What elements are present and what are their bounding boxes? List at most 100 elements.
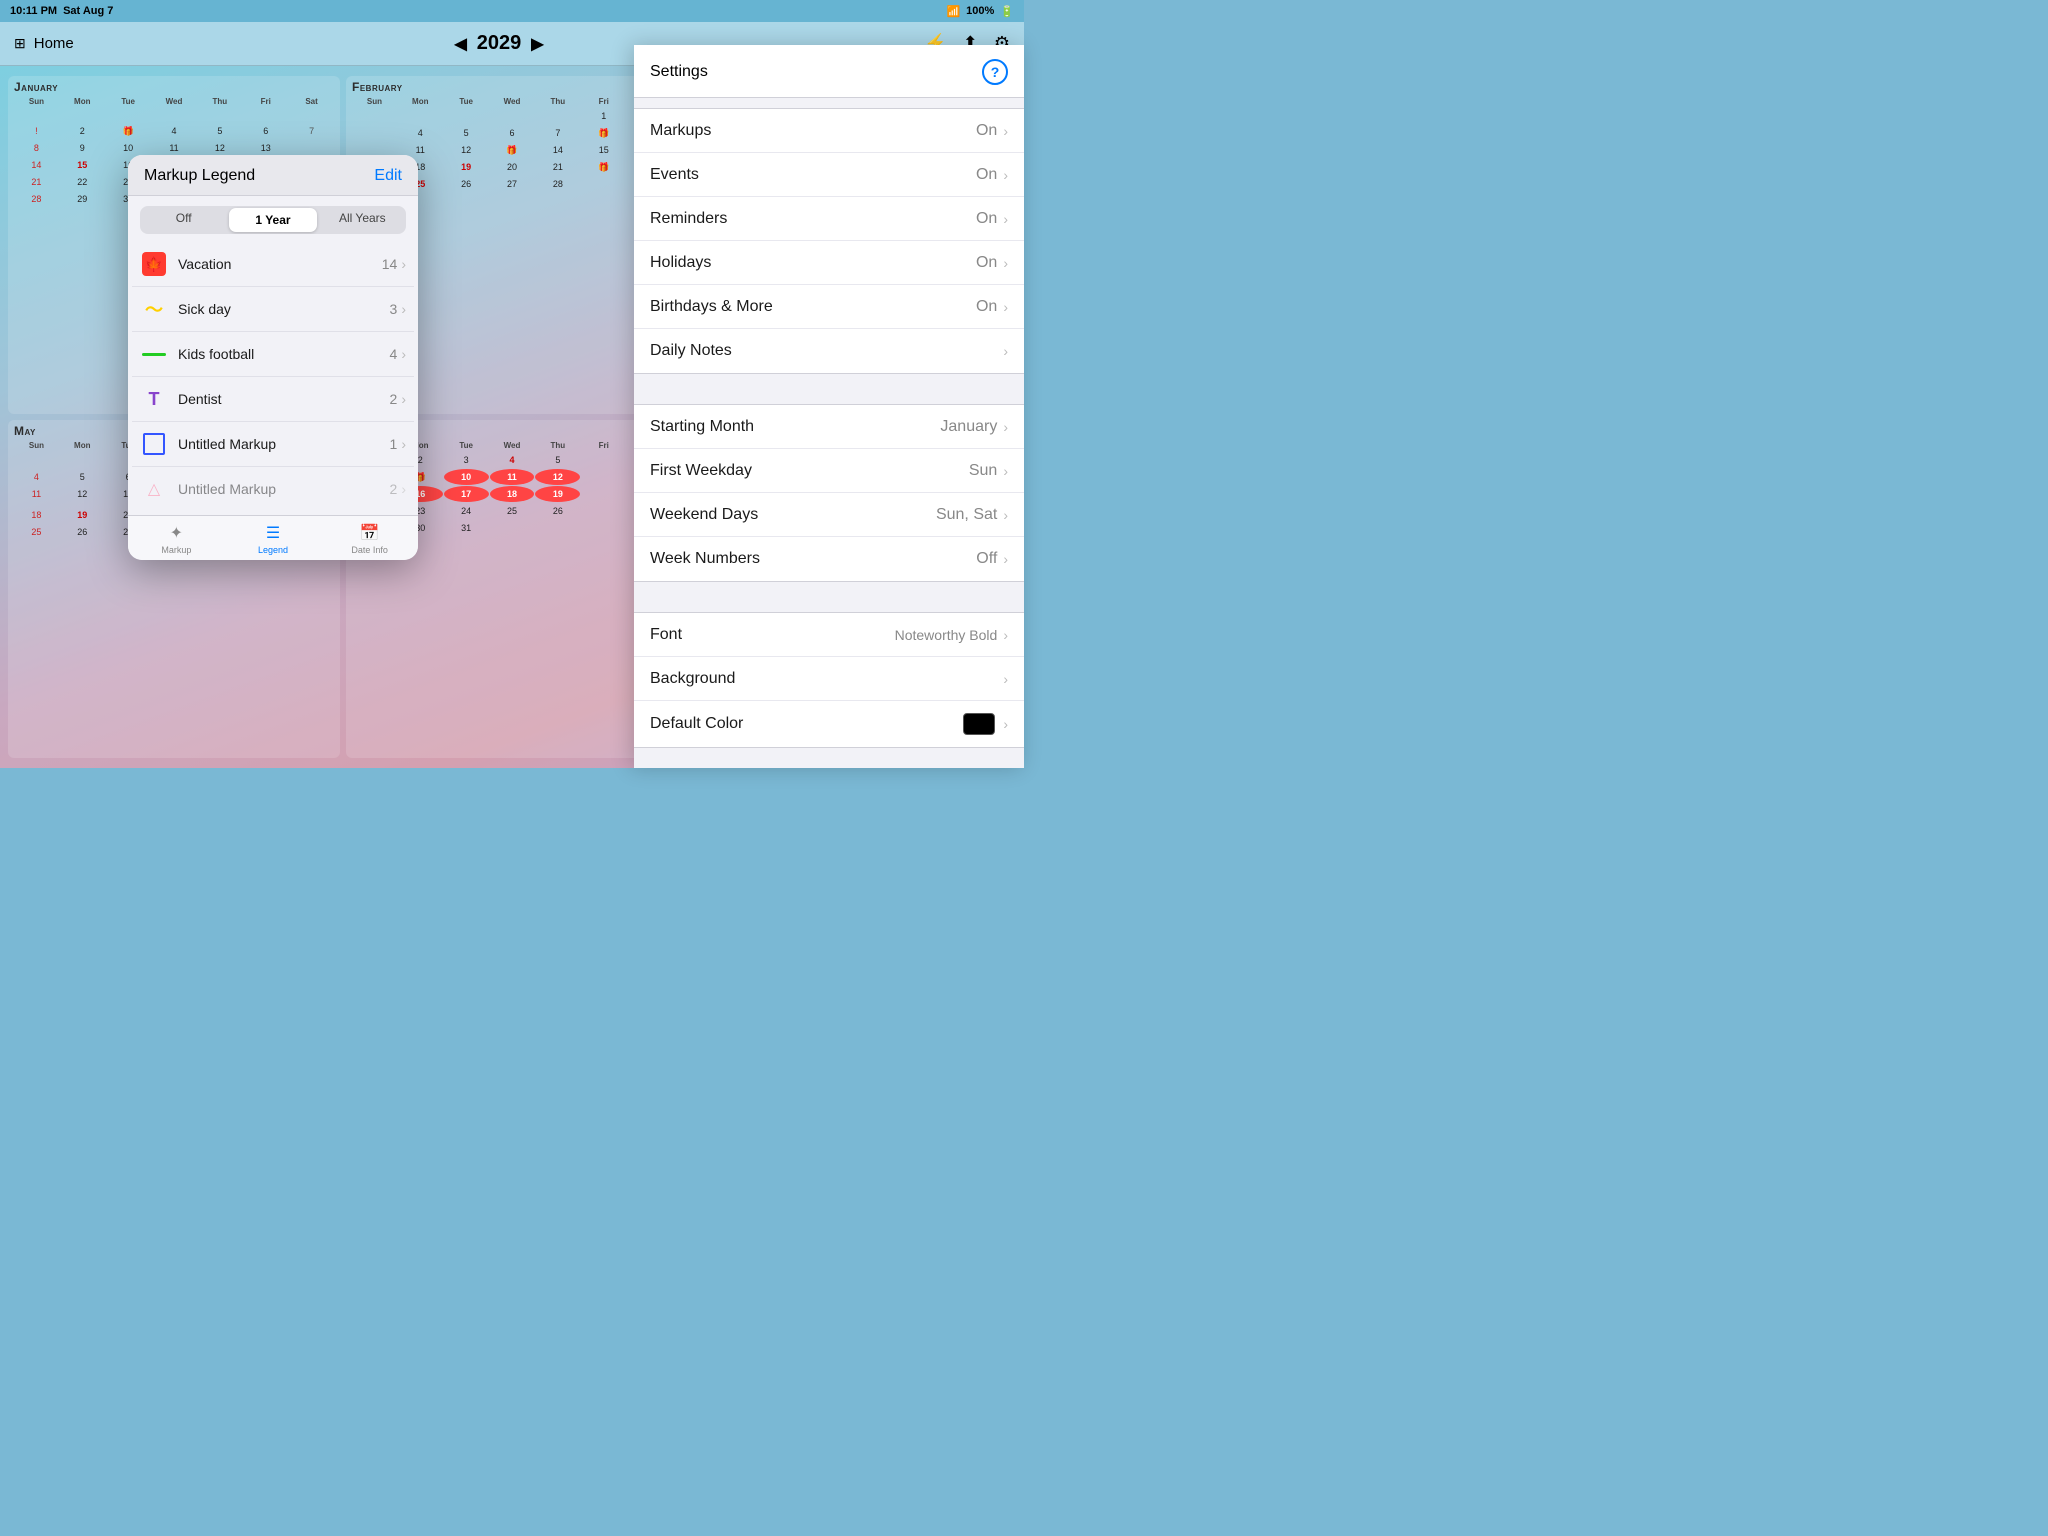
- firstweekday-label: First Weekday: [650, 462, 969, 480]
- segment-allyears[interactable]: All Years: [319, 206, 406, 234]
- vacation-count: 14: [382, 256, 398, 272]
- home-grid-icon: ⊞: [14, 35, 26, 52]
- month-title-february: February: [352, 80, 672, 94]
- legend-header: Markup Legend Edit: [128, 155, 418, 196]
- football-count: 4: [390, 346, 398, 362]
- settings-header: Settings ?: [634, 45, 1024, 98]
- legend-item-sickday[interactable]: 〜 Sick day 3 ›: [132, 287, 414, 332]
- legend-edit-button[interactable]: Edit: [374, 167, 402, 185]
- settings-divider-1: [634, 384, 1024, 394]
- untitled1-chevron: ›: [401, 436, 406, 452]
- startmonth-label: Starting Month: [650, 418, 940, 436]
- football-chevron: ›: [401, 346, 406, 362]
- settings-background-row[interactable]: Background ›: [634, 657, 1024, 701]
- reminders-value: On: [976, 210, 997, 228]
- football-label: Kids football: [178, 346, 390, 362]
- status-right: 📶 100% 🔋: [946, 5, 1014, 18]
- untitled2-count: 2: [390, 481, 398, 497]
- holidays-chevron: ›: [1003, 255, 1008, 271]
- untitled2-chevron: ›: [401, 481, 406, 497]
- font-value: Noteworthy Bold: [895, 627, 998, 643]
- settings-firstweekday-row[interactable]: First Weekday Sun ›: [634, 449, 1024, 493]
- tab-dateinfo[interactable]: 📅 Date Info: [321, 516, 418, 560]
- settings-font-row[interactable]: Font Noteworthy Bold ›: [634, 613, 1024, 657]
- legend-segmented-control[interactable]: Off 1 Year All Years: [140, 206, 406, 234]
- wifi-icon: 📶: [946, 5, 960, 18]
- dentist-count: 2: [390, 391, 398, 407]
- weeknumbers-chevron: ›: [1003, 551, 1008, 567]
- reminders-label: Reminders: [650, 210, 976, 228]
- settings-section-calendar: Starting Month January › First Weekday S…: [634, 404, 1024, 582]
- battery-icon: 🔋: [1000, 5, 1014, 18]
- segment-1year[interactable]: 1 Year: [229, 208, 316, 232]
- home-label[interactable]: Home: [34, 35, 74, 52]
- year-label: 2029: [477, 32, 522, 55]
- settings-startmonth-row[interactable]: Starting Month January ›: [634, 405, 1024, 449]
- dateinfo-tab-label: Date Info: [351, 545, 388, 555]
- settings-weeknumbers-row[interactable]: Week Numbers Off ›: [634, 537, 1024, 581]
- untitled1-label: Untitled Markup: [178, 436, 390, 452]
- vacation-label: Vacation: [178, 256, 382, 272]
- tab-legend[interactable]: ☰ Legend: [225, 516, 322, 560]
- nav-left: ⊞ Home: [14, 35, 74, 52]
- settings-divider-2: [634, 592, 1024, 602]
- reminders-chevron: ›: [1003, 211, 1008, 227]
- settings-defaultcolor-row[interactable]: Default Color ›: [634, 701, 1024, 747]
- events-value: On: [976, 166, 997, 184]
- legend-tab-label: Legend: [258, 545, 288, 555]
- settings-weekenddays-row[interactable]: Weekend Days Sun, Sat ›: [634, 493, 1024, 537]
- settings-reminders-row[interactable]: Reminders On ›: [634, 197, 1024, 241]
- settings-markups-row[interactable]: Markups On ›: [634, 109, 1024, 153]
- untitled1-count: 1: [390, 436, 398, 452]
- sickday-icon: 〜: [140, 295, 168, 323]
- month-title-january: January: [14, 80, 334, 94]
- dateinfo-tab-icon: 📅: [360, 523, 380, 543]
- sickday-label: Sick day: [178, 301, 390, 317]
- markups-label: Markups: [650, 122, 976, 140]
- settings-section-appearance: Font Noteworthy Bold › Background › Defa…: [634, 612, 1024, 748]
- untitled2-label: Untitled Markup: [178, 481, 390, 497]
- events-chevron: ›: [1003, 167, 1008, 183]
- legend-item-untitled1[interactable]: Untitled Markup 1 ›: [132, 422, 414, 467]
- weeknumbers-value: Off: [976, 550, 997, 568]
- firstweekday-chevron: ›: [1003, 463, 1008, 479]
- settings-holidays-row[interactable]: Holidays On ›: [634, 241, 1024, 285]
- legend-list: 🍁 Vacation 14 › 〜 Sick day 3 › Kids foot…: [128, 242, 418, 515]
- settings-events-row[interactable]: Events On ›: [634, 153, 1024, 197]
- startmonth-chevron: ›: [1003, 419, 1008, 435]
- legend-item-untitled2[interactable]: △ Untitled Markup 2 ›: [132, 467, 414, 511]
- year-next-button[interactable]: ▶: [531, 34, 543, 54]
- status-time: 10:11 PM: [10, 5, 57, 17]
- status-day: Sat Aug 7: [63, 5, 113, 17]
- status-bar: 10:11 PM Sat Aug 7 📶 100% 🔋: [0, 0, 1024, 22]
- legend-item-football[interactable]: Kids football 4 ›: [132, 332, 414, 377]
- weekenddays-value: Sun, Sat: [936, 506, 997, 524]
- firstweekday-value: Sun: [969, 462, 997, 480]
- dentist-icon: T: [140, 385, 168, 413]
- untitled1-icon: [140, 430, 168, 458]
- holidays-value: On: [976, 254, 997, 272]
- tab-markup[interactable]: ✦ Markup: [128, 516, 225, 560]
- defaultcolor-label: Default Color: [650, 715, 963, 733]
- segment-off[interactable]: Off: [140, 206, 227, 234]
- legend-item-dentist[interactable]: T Dentist 2 ›: [132, 377, 414, 422]
- legend-item-vacation[interactable]: 🍁 Vacation 14 ›: [132, 242, 414, 287]
- markups-value: On: [976, 122, 997, 140]
- settings-dailynotes-row[interactable]: Daily Notes ›: [634, 329, 1024, 373]
- nav-center: ◀ 2029 ▶: [454, 32, 543, 55]
- markup-tab-label: Markup: [161, 545, 191, 555]
- vacation-icon: 🍁: [140, 250, 168, 278]
- legend-tab-bar: ✦ Markup ☰ Legend 📅 Date Info: [128, 515, 418, 560]
- markup-legend-popup: Markup Legend Edit Off 1 Year All Years …: [128, 155, 418, 560]
- settings-section-overlays: Markups On › Events On › Reminders On › …: [634, 108, 1024, 374]
- settings-birthdays-row[interactable]: Birthdays & More On ›: [634, 285, 1024, 329]
- background-label: Background: [650, 670, 1003, 688]
- untitled2-icon: △: [140, 475, 168, 503]
- dentist-label: Dentist: [178, 391, 390, 407]
- markup-tab-icon: ✦: [170, 523, 183, 543]
- weeknumbers-label: Week Numbers: [650, 550, 976, 568]
- battery-level: 100%: [966, 5, 994, 17]
- settings-help-button[interactable]: ?: [982, 59, 1008, 85]
- defaultcolor-swatch: [963, 713, 995, 735]
- year-prev-button[interactable]: ◀: [454, 34, 466, 54]
